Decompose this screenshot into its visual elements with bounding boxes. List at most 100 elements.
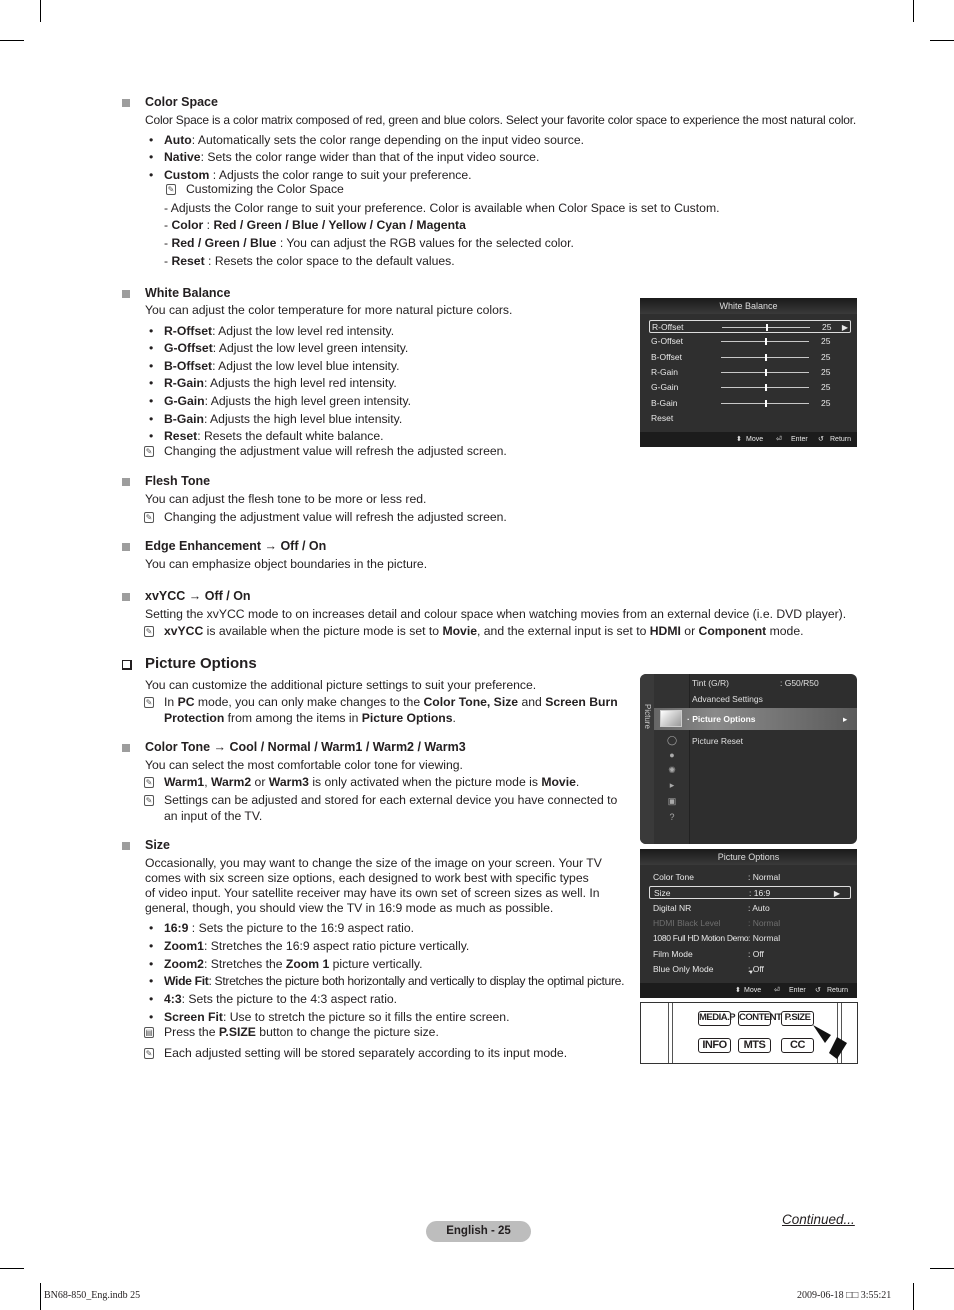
note-icon: ✎ xyxy=(144,446,154,457)
slider-knob[interactable] xyxy=(765,399,767,407)
slider-knob[interactable] xyxy=(766,324,768,331)
return-icon: ↺ xyxy=(815,987,821,994)
osd-row: HDMI Black Level: Normal xyxy=(649,917,851,930)
osd-row-value: : 16:9 xyxy=(749,888,771,899)
osd-row-value: : Off xyxy=(748,948,764,959)
media-p-button[interactable]: MEDIA.P xyxy=(698,1011,736,1026)
osd-row[interactable]: Film Mode : Off xyxy=(649,948,851,961)
menu-icon-column: ◯ ● ✺ ▸ ▣ ? xyxy=(654,674,690,844)
section-bullet-icon xyxy=(122,744,130,752)
crop-mark xyxy=(930,40,954,41)
size-paragraph-line: Occasionally, you may want to change the… xyxy=(145,856,602,870)
osd-row[interactable]: Reset xyxy=(649,412,851,425)
content-button[interactable]: CONTENT xyxy=(738,1011,782,1026)
osd-row-value: : Normal xyxy=(748,872,781,882)
sidebar-label: Picture xyxy=(643,704,652,729)
page-heading: Picture Options xyxy=(145,655,257,672)
slider-knob[interactable] xyxy=(765,338,767,346)
return-label: Return xyxy=(827,987,849,994)
osd-row-label: R-Gain xyxy=(651,366,678,377)
osd-row[interactable]: Color Tone: Normal xyxy=(649,871,851,884)
slider-knob[interactable] xyxy=(765,353,767,361)
osd-title: White Balance xyxy=(640,298,857,314)
pointer-arrow-icon xyxy=(813,1025,847,1059)
section-heading: White Balance xyxy=(145,286,231,300)
note-icon: ✎ xyxy=(144,626,154,637)
setup-icon: ✺ xyxy=(668,765,676,775)
slider-knob[interactable] xyxy=(765,384,767,392)
size-paragraph-line: of video input. Your satellite receiver … xyxy=(145,886,600,900)
osd-row-value: 25 xyxy=(821,336,831,347)
continued-label: Continued... xyxy=(782,1212,855,1227)
menu-item-tint[interactable]: Tint (G/R) xyxy=(692,678,729,688)
section-bullet-icon xyxy=(122,290,130,298)
crop-mark xyxy=(40,1283,41,1310)
osd-row[interactable]: 1080 Full HD Motion Demo: Normal xyxy=(649,932,851,945)
section-heading: xvYCC → Off / On xyxy=(145,589,251,603)
osd-row[interactable]: Size: 16:9 ▶ xyxy=(649,886,851,900)
move-label: Move xyxy=(744,987,762,994)
note-icon: ✎ xyxy=(144,512,154,523)
osd-row[interactable]: B-Gain 25 xyxy=(649,397,851,410)
return-label: Return xyxy=(830,436,852,443)
dash-item: - Reset : Resets the color space to the … xyxy=(164,254,455,268)
remote-icon: ▤ xyxy=(144,1027,154,1038)
section-bullet-icon xyxy=(122,99,130,107)
info-button[interactable]: INFO xyxy=(698,1038,731,1053)
timestamp-slug: 2009-06-18 □□ 3:55:21 xyxy=(797,1290,892,1301)
section-heading: Color Space xyxy=(145,95,218,109)
osd-row[interactable]: B-Offset 25 xyxy=(649,351,851,364)
enter-icon: ⏎ xyxy=(774,987,780,994)
move-icon: ⬍ xyxy=(736,436,742,443)
slider-knob[interactable] xyxy=(765,368,767,376)
move-icon: ⬍ xyxy=(735,987,741,994)
osd-row-label: HDMI Black Level xyxy=(653,917,721,928)
osd-row-value: : Normal xyxy=(748,933,781,944)
osd-row-value: 25 xyxy=(821,366,831,377)
osd-row[interactable]: R-Gain 25 xyxy=(649,366,851,379)
right-arrow-icon: ▶ xyxy=(841,323,848,332)
menu-item-picture-reset[interactable]: Picture Reset xyxy=(692,736,743,746)
section-heading: Flesh Tone xyxy=(145,474,211,488)
scroll-down-icon: ▼ xyxy=(748,970,754,976)
section-bullet-icon xyxy=(122,543,130,551)
enter-label: Enter xyxy=(791,436,808,443)
dash-item: - Adjusts the Color range to suit your p… xyxy=(164,201,720,215)
osd-row-value: 25 xyxy=(821,382,831,393)
file-slug: BN68-850_Eng.indb 25 xyxy=(44,1290,141,1301)
osd-row[interactable]: R-Offset 25 ▶ xyxy=(649,320,851,333)
menu-item-advanced-settings[interactable]: Advanced Settings xyxy=(692,694,763,704)
osd-row-label: Film Mode xyxy=(653,948,693,959)
osd-row-label: Blue Only Mode xyxy=(653,963,714,974)
move-label: Move xyxy=(746,436,764,443)
submenu-arrow-icon: ▸ xyxy=(843,714,848,724)
osd-row[interactable]: Digital NR: Auto xyxy=(649,902,851,915)
menu-item-picture-options[interactable]: · Picture Options xyxy=(687,714,756,724)
page-number: English - 25 xyxy=(426,1221,531,1242)
section-intro: You can select the most comfortable colo… xyxy=(145,758,463,772)
right-arrow-icon: ▶ xyxy=(833,889,840,899)
osd-row-value: 25 xyxy=(821,351,831,362)
crop-mark xyxy=(913,1283,914,1310)
note-icon: ✎ xyxy=(144,777,154,788)
osd-row[interactable]: G-Offset 25 xyxy=(649,335,851,348)
cc-button[interactable]: CC xyxy=(781,1038,814,1053)
remote-control-illustration: MEDIA.P CONTENT P.SIZE INFO MTS CC xyxy=(640,1002,858,1064)
section-bullet-icon xyxy=(122,593,130,601)
size-paragraph-line: comes with six screen size options, each… xyxy=(145,871,589,885)
osd-row-label: B-Offset xyxy=(651,351,683,362)
section-heading: Color Tone → Cool / Normal / Warm1 / War… xyxy=(145,740,466,754)
support-icon: ? xyxy=(669,812,675,822)
menu-sidebar: Picture xyxy=(640,674,654,844)
note-icon: ✎ xyxy=(144,795,154,806)
sound-icon: ◯ xyxy=(666,735,678,745)
section-intro: You can adjust the flesh tone to be more… xyxy=(145,492,427,506)
mts-button[interactable]: MTS xyxy=(738,1038,771,1053)
size-paragraph-line: general, though, you should view the TV … xyxy=(145,901,554,915)
osd-row[interactable]: G-Gain 25 xyxy=(649,381,851,394)
p-size-button[interactable]: P.SIZE xyxy=(781,1011,814,1026)
section-bullet-icon xyxy=(122,478,130,486)
section-bullet-icon xyxy=(122,842,130,850)
note-icon: ✎ xyxy=(144,1048,154,1059)
section-heading: Size xyxy=(145,838,171,852)
